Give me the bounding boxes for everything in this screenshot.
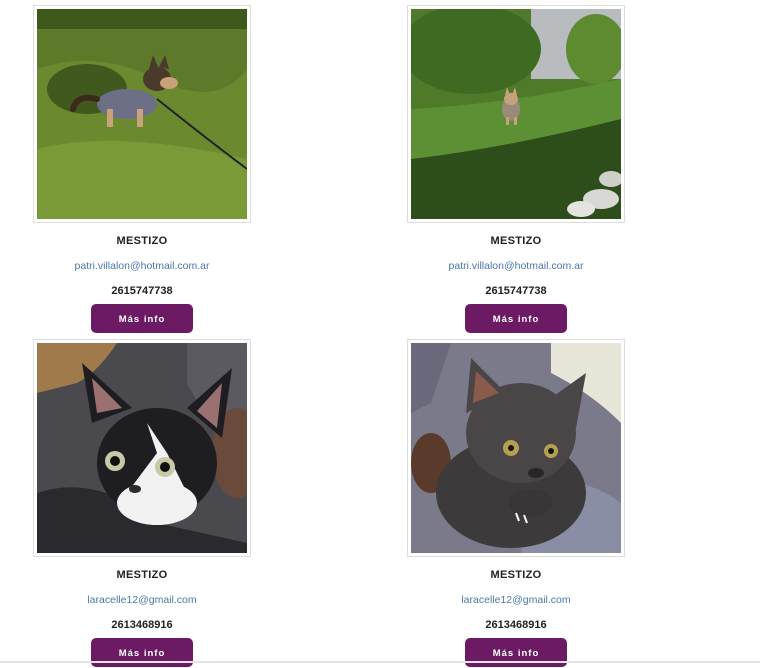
contact-email-link[interactable]: patri.villalon@hotmail.com.ar (407, 259, 625, 273)
more-info-button[interactable]: Más info (465, 304, 567, 333)
kitten-photo-image (411, 343, 621, 553)
pet-photo[interactable] (33, 339, 251, 557)
contact-email-link[interactable]: laracelle12@gmail.com (407, 593, 625, 607)
contact-email-link[interactable]: patri.villalon@hotmail.com.ar (33, 259, 251, 273)
pet-card: MESTIZO patri.villalon@hotmail.com.ar 26… (407, 5, 625, 333)
dog-photo-image (411, 9, 621, 219)
pet-breed: MESTIZO (490, 569, 542, 581)
pet-photo[interactable] (407, 5, 625, 223)
contact-phone: 2615747738 (485, 285, 547, 297)
contact-email-link[interactable]: laracelle12@gmail.com (33, 593, 251, 607)
pet-breed: MESTIZO (116, 235, 168, 247)
pet-breed: MESTIZO (116, 569, 168, 581)
contact-phone: 2613468916 (485, 619, 547, 631)
contact-phone: 2613468916 (111, 619, 173, 631)
pet-grid: MESTIZO patri.villalon@hotmail.com.ar 26… (0, 0, 760, 667)
pet-card: MESTIZO laracelle12@gmail.com 2613468916… (33, 339, 251, 667)
kitten-photo-image (37, 343, 247, 553)
pet-card: MESTIZO patri.villalon@hotmail.com.ar 26… (33, 5, 251, 333)
contact-phone: 2615747738 (111, 285, 173, 297)
pet-card: MESTIZO laracelle12@gmail.com 2613468916… (407, 339, 625, 667)
more-info-button[interactable]: Más info (91, 304, 193, 333)
dog-photo-image (37, 9, 247, 219)
pet-photo[interactable] (407, 339, 625, 557)
pet-breed: MESTIZO (490, 235, 542, 247)
pet-photo[interactable] (33, 5, 251, 223)
